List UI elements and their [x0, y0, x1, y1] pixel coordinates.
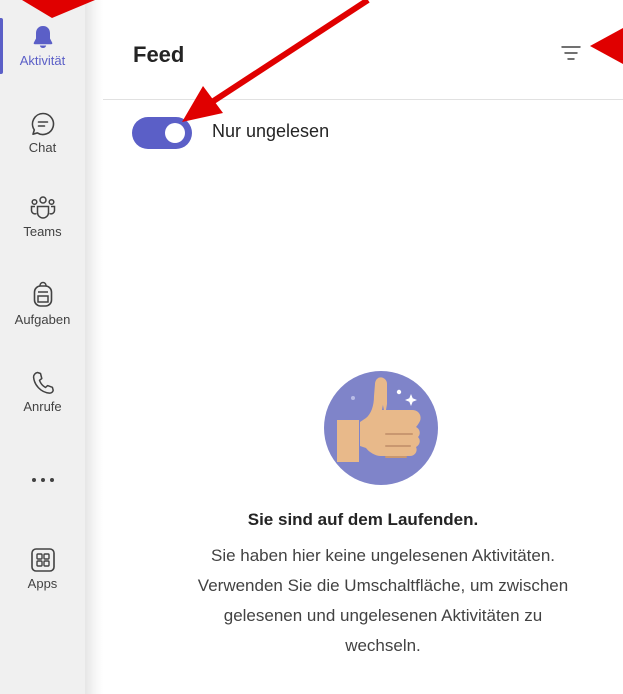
rail-item-teams[interactable]: Teams [0, 195, 85, 239]
pane-divider [85, 0, 103, 694]
empty-state-title: Sie sind auf dem Laufenden. [247, 510, 479, 529]
rail-label-teams: Teams [23, 224, 62, 239]
toggle-knob [165, 123, 185, 143]
teams-icon [30, 196, 55, 219]
filter-icon [561, 46, 581, 60]
rail-item-anrufe[interactable]: Anrufe [0, 370, 85, 414]
rail-item-chat[interactable]: Chat [0, 111, 85, 155]
empty-state-line: wechseln. [345, 636, 421, 655]
filter-button[interactable] [561, 44, 581, 62]
apps-icon [30, 548, 55, 572]
feed-header: Feed [103, 0, 623, 100]
page-title: Feed [133, 42, 185, 67]
unread-only-label: Nur ungelesen [212, 121, 330, 141]
empty-state-line: Sie haben hier keine ungelesenen Aktivit… [210, 546, 556, 565]
phone-icon [32, 371, 54, 394]
rail-item-aktivitaet[interactable]: Aktivität [0, 18, 85, 74]
thumbs-up-illustration [324, 371, 438, 485]
rail-item-apps[interactable]: Apps [0, 547, 85, 591]
rail-label-aufgaben: Aufgaben [14, 312, 71, 327]
rail-label-anrufe: Anrufe [23, 399, 62, 414]
empty-state-line: gelesenen und ungelesenen Aktivitäten zu [223, 606, 543, 625]
empty-state-description: Sie haben hier keine ungelesenen Aktivit… [143, 541, 623, 661]
app-rail: Aktivität Chat Teams Aufgaben Anrufe App… [0, 0, 85, 694]
ellipsis-icon [31, 478, 54, 482]
rail-label-apps: Apps [27, 576, 58, 591]
unread-only-toggle[interactable] [132, 117, 192, 149]
more-apps-button[interactable] [0, 476, 85, 484]
rail-label-chat: Chat [28, 140, 57, 155]
chat-icon [31, 112, 54, 136]
bell-icon [33, 26, 52, 48]
rail-item-aufgaben[interactable]: Aufgaben [0, 281, 85, 327]
backpack-icon [33, 281, 52, 307]
rail-label-aktivitaet: Aktivität [19, 53, 66, 68]
empty-state-line: Verwenden Sie die Umschaltfläche, um zwi… [197, 576, 569, 595]
